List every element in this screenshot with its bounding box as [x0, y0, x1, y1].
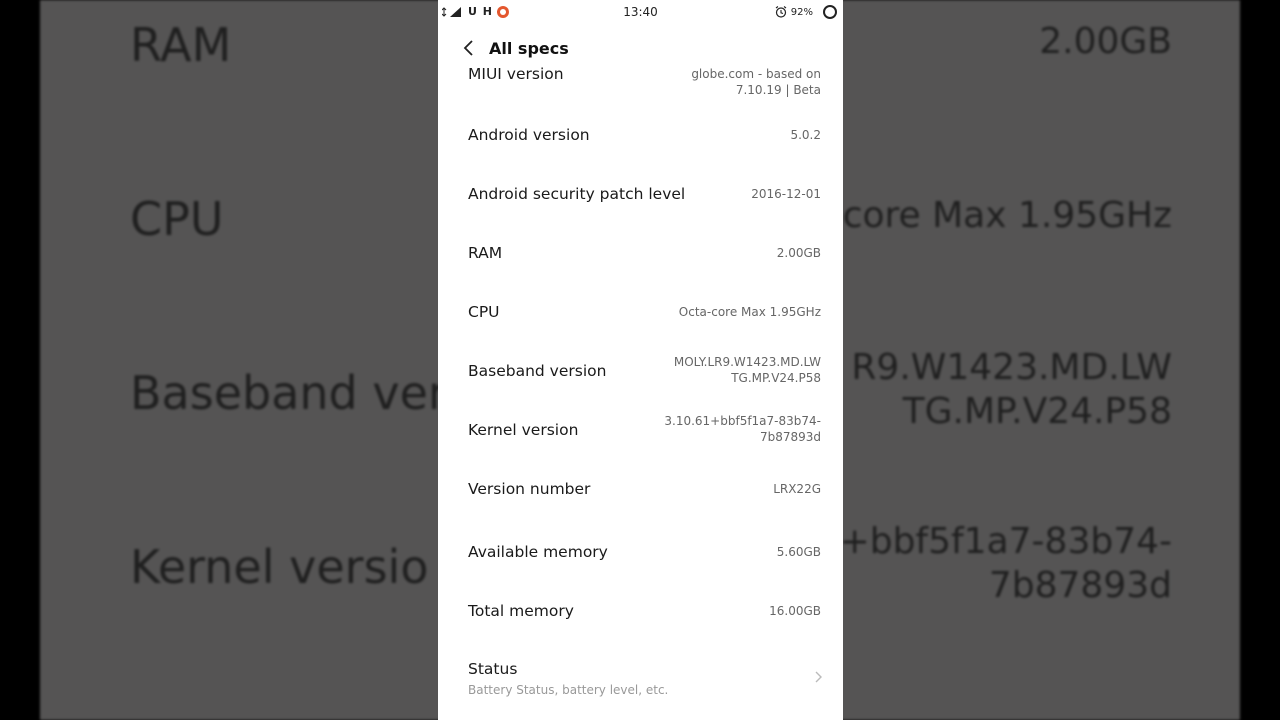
- spec-label: Version number: [468, 480, 591, 498]
- spec-label: MIUI version: [468, 65, 564, 83]
- spec-row-cpu: CPU Octa-core Max 1.95GHz: [438, 288, 843, 340]
- spec-value: 5.60GB: [776, 545, 821, 559]
- battery-ring-icon: [823, 5, 837, 19]
- back-arrow-icon[interactable]: [462, 38, 476, 58]
- bg-label-ram: RAM: [130, 18, 232, 72]
- status-row[interactable]: Status Battery Status, battery level, et…: [438, 646, 843, 706]
- spec-value: MOLY.LR9.W1423.MD.LW TG.MP.V24.P58: [673, 355, 821, 385]
- bg-label-baseband: Baseband ver: [130, 366, 447, 420]
- bg-value-ram: 2.00GB: [1039, 21, 1172, 62]
- status-subtitle: Battery Status, battery level, etc.: [468, 683, 669, 697]
- spec-label: Kernel version: [468, 421, 579, 439]
- spec-value: LRX22G: [773, 482, 821, 496]
- spec-label: Total memory: [468, 602, 574, 620]
- bg-label-cpu: CPU: [130, 192, 224, 246]
- spec-row-available-memory: Available memory 5.60GB: [438, 528, 843, 580]
- spec-row-kernel: Kernel version 3.10.61+bbf5f1a7-83b74- 7…: [438, 406, 843, 458]
- spec-row-android-version: Android version 5.0.2: [438, 111, 843, 163]
- spec-label: Baseband version: [468, 362, 607, 380]
- spec-value: 16.00GB: [769, 604, 821, 618]
- spec-row-version-number: Version number LRX22G: [438, 465, 843, 517]
- status-label: Status: [468, 660, 518, 678]
- spec-value: Octa-core Max 1.95GHz: [678, 305, 821, 319]
- spec-value: 2.00GB: [776, 246, 821, 260]
- spec-row-miui: MIUI version globe.com - based on 7.10.1…: [438, 64, 843, 104]
- alarm-icon: [775, 6, 787, 18]
- bg-label-kernel: Kernel versio: [130, 540, 429, 594]
- bg-value-kernel: +bbf5f1a7-83b74- 7b87893d: [839, 521, 1172, 606]
- spec-label: Android security patch level: [468, 185, 686, 203]
- spec-value: 3.10.61+bbf5f1a7-83b74- 7b87893d: [664, 414, 821, 444]
- spec-value: globe.com - based on 7.10.19 | Beta: [691, 67, 821, 97]
- spec-label: RAM: [468, 244, 503, 262]
- chevron-right-icon: [815, 671, 822, 683]
- spec-value: 2016-12-01: [751, 187, 821, 201]
- spec-row-security-patch: Android security patch level 2016-12-01: [438, 170, 843, 222]
- spec-row-baseband: Baseband version MOLY.LR9.W1423.MD.LW TG…: [438, 347, 843, 399]
- app-header: All specs: [438, 34, 843, 64]
- bg-value-cpu: core Max 1.95GHz: [842, 195, 1172, 236]
- battery-percent: 92%: [790, 6, 813, 18]
- spec-label: CPU: [468, 303, 500, 321]
- spec-label: Available memory: [468, 543, 608, 561]
- spec-row-total-memory: Total memory 16.00GB: [438, 587, 843, 639]
- phone-screen: U H 13:40 92% All specs MIUI version glo…: [438, 0, 843, 720]
- spec-label: Android version: [468, 126, 590, 144]
- bg-value-baseband: R9.W1423.MD.LW TG.MP.V24.P58: [851, 347, 1172, 432]
- specs-list: MIUI version globe.com - based on 7.10.1…: [438, 64, 843, 720]
- spec-value: 5.0.2: [790, 128, 821, 142]
- spec-row-ram: RAM 2.00GB: [438, 229, 843, 281]
- page-title: All specs: [489, 39, 569, 58]
- status-bar: U H 13:40 92%: [438, 0, 843, 24]
